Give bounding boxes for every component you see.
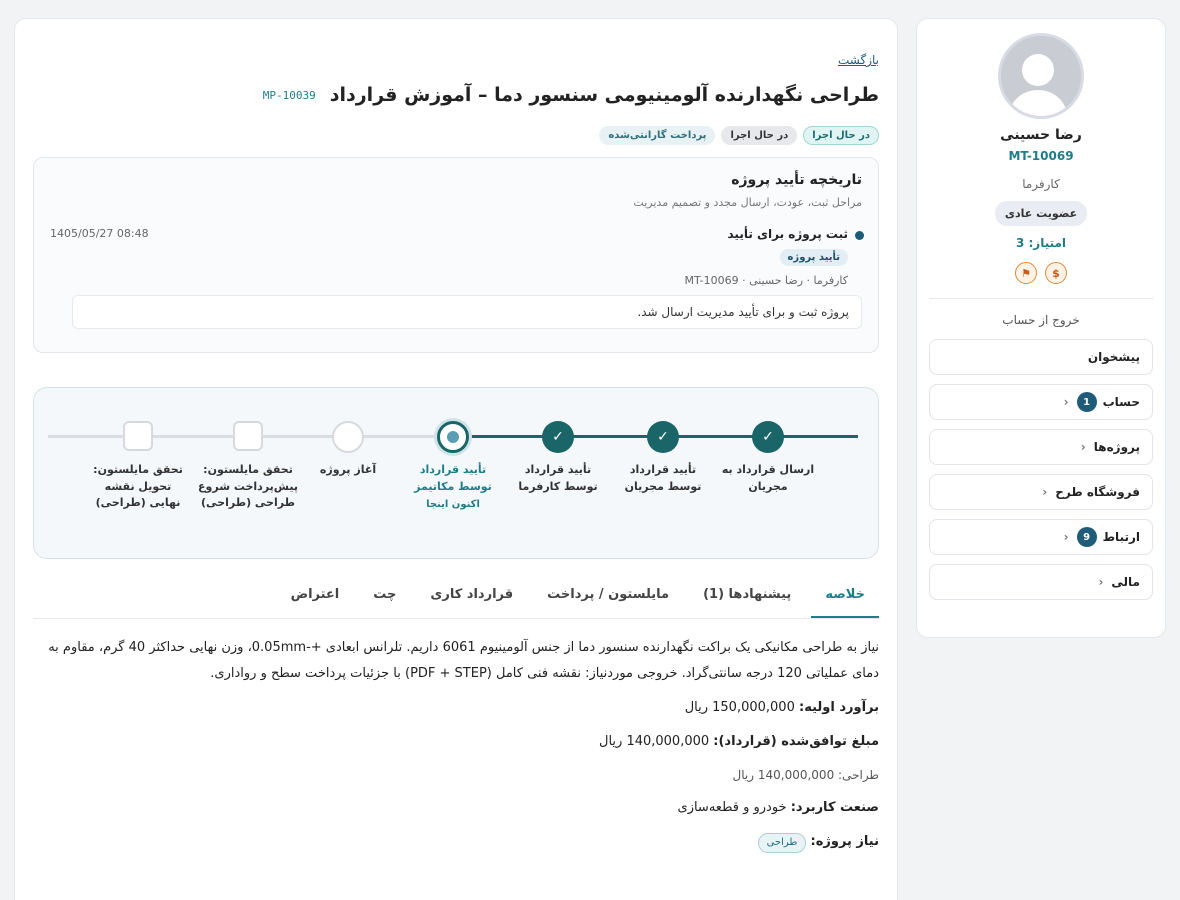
sidebar-item-label: پروژه‌ها — [1093, 440, 1140, 454]
sidebar-item-finance[interactable]: مالی ‹ — [929, 564, 1153, 600]
estimate-label: برآورد اولیه: — [799, 700, 879, 715]
history-tag: تأیید پروژه — [779, 249, 848, 266]
step-label-7: تحقق مایلستون: پیش‌پرداخت شروع طراحی (طر… — [198, 462, 298, 512]
payment-badge: پرداخت گارانتی‌شده — [599, 126, 716, 145]
main-panel: بازگشت طراحی نگهدارنده آلومینیومی سنسور … — [14, 18, 898, 900]
flag-badge-icon: ⚑ — [1015, 262, 1037, 284]
need-label: نیاز پروژه: — [810, 834, 880, 849]
step-node-4: ✓ — [542, 421, 574, 453]
user-avatar-icon — [1001, 36, 1081, 116]
sidebar-item-label: مالی — [1111, 575, 1140, 589]
sidebar-item-communication[interactable]: ارتباط 9 ‹ — [929, 519, 1153, 555]
approval-history-card: تاریخچه تأیید پروژه مراحل ثبت، عودت، ارس… — [33, 157, 879, 353]
profile-name: رضا حسینی — [1000, 127, 1082, 143]
project-code: MP-10039 — [262, 88, 316, 102]
industry-row: صنعت کاربرد: خودرو و قطعه‌سازی — [33, 795, 879, 821]
project-description: نیاز به طراحی مکانیکی یک براکت نگهدارنده… — [48, 640, 879, 681]
step-node-2: ✓ — [752, 421, 784, 453]
achievement-badges: $ ⚑ — [929, 262, 1153, 284]
step-node-8 — [123, 421, 153, 451]
history-subtitle: مراحل ثبت، عودت، ارسال مجدد و تصمیم مدیر… — [633, 196, 862, 209]
chevron-left-icon: ‹ — [1042, 485, 1048, 499]
history-title: تاریخچه تأیید پروژه — [731, 172, 862, 188]
history-actor: کارفرما · رضا حسینی · MT-10069 — [684, 274, 848, 287]
step-label-3: تأیید قرارداد توسط مجریان — [613, 462, 713, 495]
history-event: ثبت پروژه برای تأیید — [727, 227, 849, 241]
back-link[interactable]: بازگشت — [838, 53, 879, 67]
step-label-text: ارسال قرارداد به مجریان — [721, 463, 815, 493]
profile-code: MT-10069 — [1008, 149, 1074, 163]
step-label-6: آغاز پروژه — [298, 462, 398, 479]
step-label-4: تأیید قرارداد توسط کارفرما — [508, 462, 608, 495]
step-label-text: تحقق مایلستون: پیش‌پرداخت شروع طراحی (طر… — [198, 463, 298, 509]
chevron-left-icon: ‹ — [1063, 530, 1069, 544]
sidebar-item-design-store[interactable]: فروشگاه طرح ‹ — [929, 474, 1153, 510]
tab-contract[interactable]: قرارداد کاری — [416, 577, 527, 618]
status-badge: در حال اجرا — [803, 126, 879, 145]
timeline-dot-icon — [855, 231, 864, 240]
step-label-text: آغاز پروژه — [319, 463, 377, 476]
agreed-value: 140,000,000 ریال — [599, 734, 710, 749]
contract-progress-stepper: پیس✓ارسال قرارداد به مجریان✓تأیید قراردا… — [33, 387, 879, 559]
sidebar-item-projects[interactable]: پروژه‌ها ‹ — [929, 429, 1153, 465]
chevron-left-icon: ‹ — [1098, 575, 1104, 589]
stepper-track: پیس✓ارسال قرارداد به مجریان✓تأیید قراردا… — [34, 388, 878, 558]
step-node-7 — [233, 421, 263, 451]
logout-link[interactable]: خروج از حساب — [929, 309, 1153, 339]
agreed-label: مبلغ توافق‌شده (قرارداد): — [713, 734, 879, 749]
sidebar-item-dashboard[interactable]: پیشخوان — [929, 339, 1153, 375]
summary-content: نیاز به طراحی مکانیکی یک براکت نگهدارنده… — [33, 619, 879, 855]
sidebar-item-label: ارتباط — [1102, 530, 1140, 544]
profile-role: کارفرما — [1022, 177, 1060, 191]
sidebar-item-label: حساب — [1102, 395, 1140, 409]
current-step-dot-icon — [447, 431, 459, 443]
step-label-text: تأیید قرارداد توسط مجریان — [624, 463, 702, 493]
divider — [929, 298, 1153, 299]
step-label-text: تأیید قرارداد توسط کارفرما — [518, 463, 598, 493]
sidebar-item-label: پیشخوان — [1087, 350, 1140, 364]
project-tabs: خلاصه پیشنهادها (1) مایلستون / پرداخت قر… — [33, 577, 879, 619]
current-step-note: اکنون اینجا — [426, 499, 480, 510]
tab-milestones[interactable]: مایلستون / پرداخت — [533, 577, 683, 618]
chevron-left-icon: ‹ — [1080, 440, 1086, 454]
tab-summary[interactable]: خلاصه — [811, 577, 879, 618]
tab-dispute[interactable]: اعتراض — [277, 577, 354, 618]
history-entry: ثبت پروژه برای تأیید 1405/05/27 08:48 تأ… — [50, 227, 864, 329]
need-row: نیاز پروژه: طراحی — [33, 829, 879, 855]
membership-badge: عضویت عادی — [995, 201, 1087, 226]
industry-label: صنعت کاربرد: — [790, 800, 879, 815]
need-chip: طراحی — [757, 833, 807, 853]
title-row: طراحی نگهدارنده آلومینیومی سنسور دما – آ… — [33, 84, 879, 106]
estimate-row: برآورد اولیه: 150,000,000 ریال — [33, 695, 879, 721]
notification-count: 9 — [1076, 527, 1097, 547]
tab-proposals[interactable]: پیشنهادها (1) — [689, 577, 805, 618]
step-label-5: تأیید قرارداد توسط مکاتیمز اکنون اینجا — [403, 462, 503, 512]
agreed-row: مبلغ توافق‌شده (قرارداد): 140,000,000 ری… — [33, 729, 879, 755]
step-node-3: ✓ — [647, 421, 679, 453]
step-label-8: تحقق مایلستون: تحویل نقشه نهایی (طراحی) — [88, 462, 188, 512]
notification-count: 1 — [1076, 392, 1097, 412]
industry-value: خودرو و قطعه‌سازی — [677, 800, 787, 815]
step-label-2: ارسال قرارداد به مجریان — [718, 462, 818, 495]
avatar[interactable] — [998, 33, 1084, 119]
step-node-5 — [437, 421, 469, 453]
step-label-text: تحقق مایلستون: تحویل نقشه نهایی (طراحی) — [93, 463, 183, 509]
page-title: طراحی نگهدارنده آلومینیومی سنسور دما – آ… — [329, 84, 879, 106]
estimate-value: 150,000,000 ریال — [684, 700, 795, 715]
sidebar-menu: پیشخوان حساب 1 ‹ پروژه‌ها ‹ فروشگاه طرح … — [929, 339, 1153, 600]
coin-badge-icon: $ — [1045, 262, 1067, 284]
status-chips: در حال اجرا در حال اجرا پرداخت گارانتی‌ش… — [33, 126, 879, 145]
design-amount: طراحی: 140,000,000 ریال — [732, 768, 879, 782]
step-label-text: تأیید قرارداد توسط مکاتیمز — [414, 463, 492, 493]
step-node-6 — [332, 421, 364, 453]
tab-chat[interactable]: چت — [359, 577, 410, 618]
status-badge: در حال اجرا — [721, 126, 798, 145]
history-timestamp: 1405/05/27 08:48 — [50, 227, 149, 240]
sidebar-item-account[interactable]: حساب 1 ‹ — [929, 384, 1153, 420]
sidebar: رضا حسینی MT-10069 کارفرما عضویت عادی ام… — [916, 18, 1166, 638]
chevron-left-icon: ‹ — [1063, 395, 1069, 409]
sidebar-item-label: فروشگاه طرح — [1055, 485, 1140, 499]
history-note: پروژه ثبت و برای تأیید مدیریت ارسال شد. — [72, 295, 862, 329]
score: امتیاز: 3 — [1015, 236, 1067, 250]
